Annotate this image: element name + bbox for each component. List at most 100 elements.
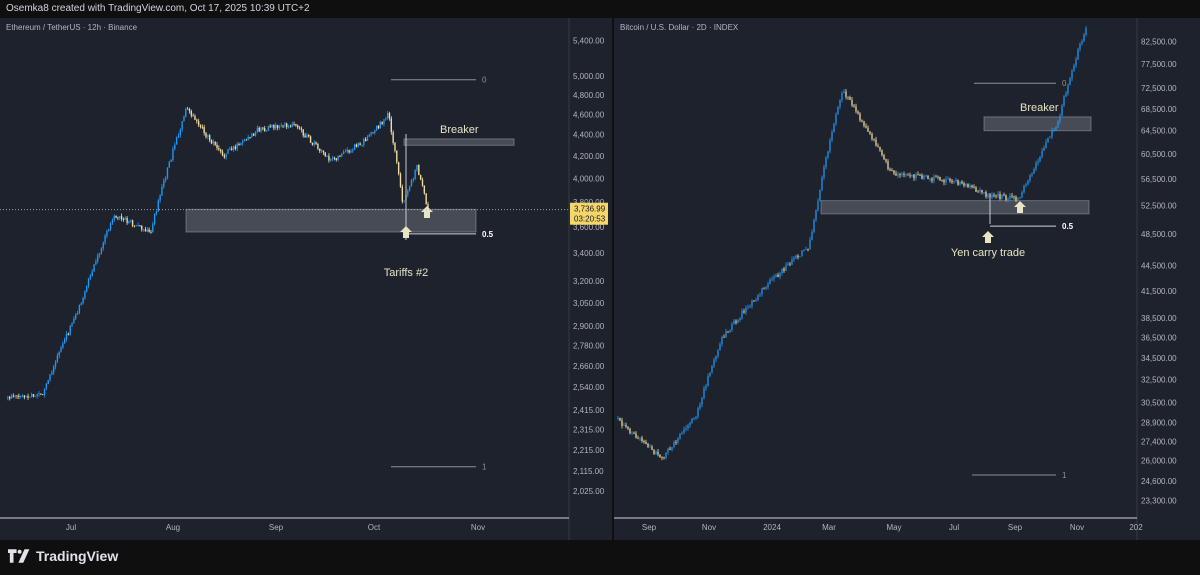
candle-body [837, 106, 839, 115]
candle-body [67, 333, 70, 335]
y-tick-label: 72,500.00 [1141, 84, 1177, 93]
y-tick-label: 2,660.00 [573, 362, 605, 371]
candle-body [71, 323, 73, 326]
candle-body [108, 229, 110, 232]
candle-body [787, 263, 789, 266]
candle-body [991, 194, 993, 198]
candle-body [54, 362, 57, 367]
candle-body [23, 395, 26, 398]
candle [1077, 47, 1079, 61]
candle-body [795, 255, 797, 258]
eth-chart-panel[interactable]: 5,400.00 5,000.00 4,800.00 4,600.00 4,400.00… [0, 18, 612, 540]
candle-body [625, 425, 627, 427]
candle-body [883, 155, 885, 160]
candle-body [731, 323, 733, 330]
candle-body [789, 263, 791, 265]
candle-body [315, 142, 317, 144]
candle-body [939, 176, 941, 181]
candle-body [245, 139, 248, 141]
y-tick-label: 38,500.00 [1141, 314, 1177, 323]
candle-body [280, 125, 282, 127]
candle [1001, 194, 1003, 200]
candle-body [269, 126, 271, 128]
candle-body [120, 216, 123, 219]
candle-body [1003, 194, 1005, 196]
candle [837, 106, 839, 115]
candle [210, 139, 213, 145]
candle-body [304, 135, 306, 138]
tradingview-brand[interactable]: TradingView [8, 548, 118, 564]
candle-body [711, 365, 713, 373]
y-tick-label: 44,500.00 [1141, 262, 1177, 271]
candle-body [619, 418, 621, 421]
candle-body [377, 125, 380, 129]
y-tick-label: 5,000.00 [573, 72, 605, 81]
y-tick-label: 4,400.00 [573, 131, 605, 140]
candle-body [141, 225, 143, 230]
btc-candlestick-chart[interactable]: 82,500.00 77,500.00 72,500.00 68,500.00 64,5… [614, 18, 1200, 540]
eth-candlestick-chart[interactable]: 5,400.00 5,000.00 4,800.00 4,600.00 4,400.00… [0, 18, 612, 540]
candle-body [284, 123, 286, 126]
candle-body [1017, 198, 1019, 201]
candle-body [659, 454, 661, 457]
candle-body [995, 195, 997, 197]
candle-body [91, 271, 93, 276]
candle-body [801, 250, 803, 257]
candle-body [805, 249, 807, 250]
candle-body [631, 432, 633, 434]
candle-body [689, 422, 691, 426]
chart-background [0, 18, 612, 540]
candle-body [82, 298, 84, 304]
candle-body [725, 331, 727, 338]
candle-body [865, 126, 867, 128]
candle-body [324, 152, 326, 157]
candle-body [159, 195, 161, 201]
candle-body [743, 311, 745, 313]
btc-chart-panel[interactable]: 82,500.00 77,500.00 72,500.00 68,500.00 64,5… [614, 18, 1200, 540]
candle-body [192, 115, 194, 117]
candle-body [366, 136, 369, 141]
candle [153, 213, 156, 226]
candle-body [1009, 195, 1011, 199]
candle-body [771, 278, 773, 280]
candle-body [64, 339, 66, 344]
breaker-zone [403, 138, 515, 146]
candle-body [1001, 194, 1003, 200]
candle-body [311, 142, 314, 145]
candle-body [364, 139, 367, 141]
candle-body [721, 337, 723, 345]
candle-body [653, 449, 655, 454]
candle-body [322, 150, 325, 153]
candle-body [1055, 126, 1057, 131]
candle-body [251, 133, 253, 138]
candle-body [769, 279, 771, 284]
candle [392, 130, 394, 145]
candle-body [275, 125, 277, 129]
candle-body [8, 396, 11, 399]
candle [309, 135, 312, 143]
candle-body [945, 178, 947, 183]
fib-level-label: 0 [482, 76, 487, 85]
candle [353, 143, 356, 151]
candle-body [109, 223, 112, 230]
candle [401, 184, 404, 204]
candle-body [375, 125, 378, 131]
candle-body [271, 124, 273, 128]
candle-body [414, 170, 416, 179]
candle-body [208, 135, 211, 140]
candle-body [357, 143, 359, 147]
candle-body [73, 318, 75, 324]
candle-body [300, 128, 303, 130]
candle-body [289, 126, 292, 128]
candle-body [941, 180, 943, 182]
candle-body [130, 220, 132, 222]
candle-body [177, 135, 180, 138]
candle-body [41, 394, 44, 396]
candle-body [227, 149, 229, 154]
candle-body [218, 147, 220, 150]
candle-body [1081, 40, 1083, 44]
candle-body [175, 137, 178, 145]
candle-body [877, 145, 879, 147]
candle-body [697, 408, 699, 417]
candle-body [1061, 105, 1063, 116]
